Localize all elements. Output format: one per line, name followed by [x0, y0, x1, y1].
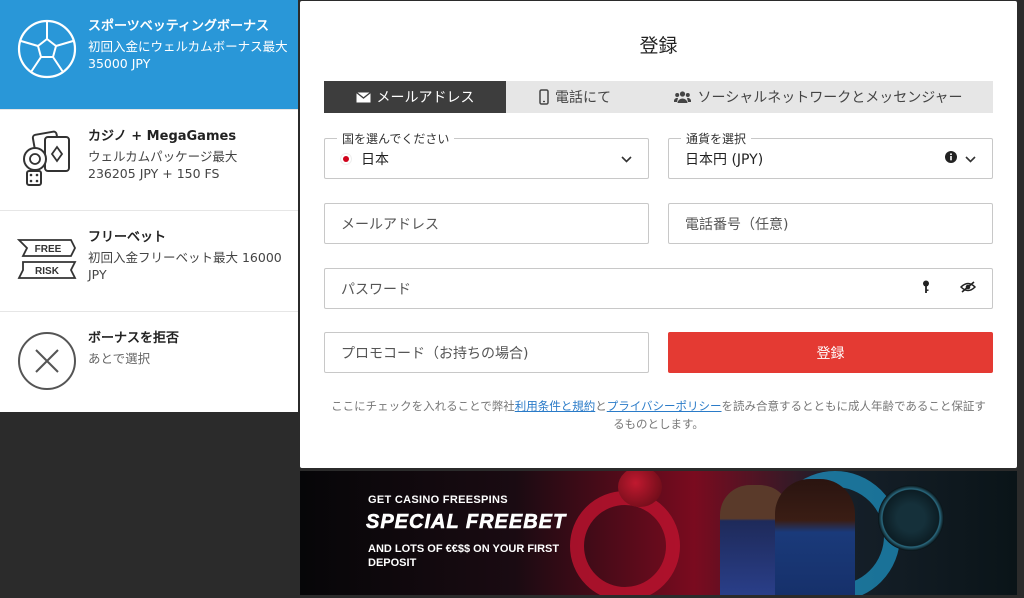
- tab-label: 電話にて: [555, 90, 611, 106]
- registration-form: 登録 メールアドレス 電話にて ソーシャルネットワークとメッセンジャー 国を選ん…: [300, 1, 1017, 468]
- password-placeholder: パスワード: [341, 281, 411, 298]
- bonus-option-casino[interactable]: カジノ + MegaGames ウェルカムパッケージ最大 236205 JPY …: [0, 110, 298, 211]
- currency-value: 日本円 (JPY): [685, 151, 764, 168]
- banner-line3: AND LOTS OF €€$$ ON YOUR FIRST DEPOSIT: [368, 543, 560, 569]
- bonus-option-freebet[interactable]: FREE RISK フリーベット 初回入金フリーベット最大 16000 JPY: [0, 211, 298, 312]
- key-icon[interactable]: [922, 280, 930, 298]
- password-field[interactable]: パスワード: [324, 268, 993, 309]
- currency-legend: 通貨を選択: [681, 130, 752, 147]
- terms-pre: ここにチェックを入れることで弊社: [331, 399, 515, 413]
- bonus-panel: スポーツベッティングボーナス 初回入金にウェルカムボーナス最大35000 JPY…: [0, 0, 298, 412]
- terms-text: ここにチェックを入れることで弊社利用条件と規約とプライバシーポリシーを読み合意す…: [326, 397, 991, 433]
- eye-slash-icon[interactable]: [959, 280, 977, 297]
- tab-label: ソーシャルネットワークとメッセンジャー: [697, 90, 963, 106]
- terms-link[interactable]: 利用条件と規約: [515, 399, 596, 413]
- envelope-icon: [355, 91, 371, 103]
- bonus-title: カジノ + MegaGames: [88, 129, 237, 144]
- tab-label: メールアドレス: [376, 90, 475, 106]
- phone-placeholder: 電話番号（任意): [685, 216, 789, 233]
- tab-social[interactable]: ソーシャルネットワークとメッセンジャー: [644, 81, 993, 113]
- currency-select[interactable]: 通貨を選択 日本円 (JPY): [668, 130, 993, 179]
- roulette-wheel-graphic: [878, 485, 944, 551]
- bonus-title: スポーツベッティングボーナス: [88, 19, 269, 34]
- tab-email[interactable]: メールアドレス: [324, 81, 506, 113]
- phone-icon: [539, 89, 549, 105]
- close-circle-icon: [16, 330, 78, 392]
- promo-code-field[interactable]: プロモコード（お持ちの場合): [324, 332, 649, 373]
- info-icon[interactable]: [945, 150, 957, 167]
- terms-mid: と: [595, 399, 607, 413]
- casino-cards-chips-icon: [16, 128, 78, 190]
- bonus-desc: ウェルカムパッケージ最大 236205 JPY + 150 FS: [88, 149, 238, 181]
- email-field[interactable]: メールアドレス: [324, 203, 649, 244]
- bonus-option-sports[interactable]: スポーツベッティングボーナス 初回入金にウェルカムボーナス最大35000 JPY: [0, 0, 298, 110]
- phone-field[interactable]: 電話番号（任意): [668, 203, 993, 244]
- free-label: FREE: [35, 244, 62, 255]
- privacy-link[interactable]: プライバシーポリシー: [607, 399, 722, 413]
- bonus-desc: 初回入金にウェルカムボーナス最大35000 JPY: [88, 39, 288, 71]
- bonus-desc: あとで選択: [88, 351, 151, 366]
- chevron-down-icon: [965, 151, 976, 167]
- register-button[interactable]: 登録: [668, 332, 993, 373]
- banner-headline: SPECIAL FREEBET: [366, 511, 567, 534]
- email-placeholder: メールアドレス: [341, 216, 439, 233]
- country-select[interactable]: 国を選んでください 日本: [324, 130, 649, 179]
- risk-label: RISK: [35, 266, 60, 277]
- soccer-ball-icon: [16, 18, 78, 80]
- country-value: 日本: [361, 151, 389, 168]
- banner-line1: GET CASINO FREESPINS: [368, 494, 508, 506]
- bonus-desc: 初回入金フリーベット最大 16000 JPY: [88, 250, 282, 282]
- chevron-down-icon: [621, 151, 632, 167]
- bonus-title: フリーベット: [88, 230, 167, 245]
- registration-tabs: メールアドレス 電話にて ソーシャルネットワークとメッセンジャー: [324, 81, 993, 113]
- tab-phone[interactable]: 電話にて: [506, 81, 644, 113]
- bonus-title: ボーナスを拒否: [88, 331, 180, 346]
- promo-banner[interactable]: GET CASINO FREESPINS SPECIAL FREEBET AND…: [300, 471, 1017, 595]
- users-icon: [674, 91, 692, 103]
- form-title: 登録: [639, 35, 678, 57]
- woman-graphic: [775, 479, 855, 595]
- bonus-option-decline[interactable]: ボーナスを拒否 あとで選択: [0, 312, 298, 413]
- promo-placeholder: プロモコード（お持ちの場合): [341, 345, 529, 362]
- free-risk-icon: FREE RISK: [16, 229, 78, 291]
- japan-flag-icon: [341, 153, 351, 164]
- country-legend: 国を選んでください: [337, 130, 455, 147]
